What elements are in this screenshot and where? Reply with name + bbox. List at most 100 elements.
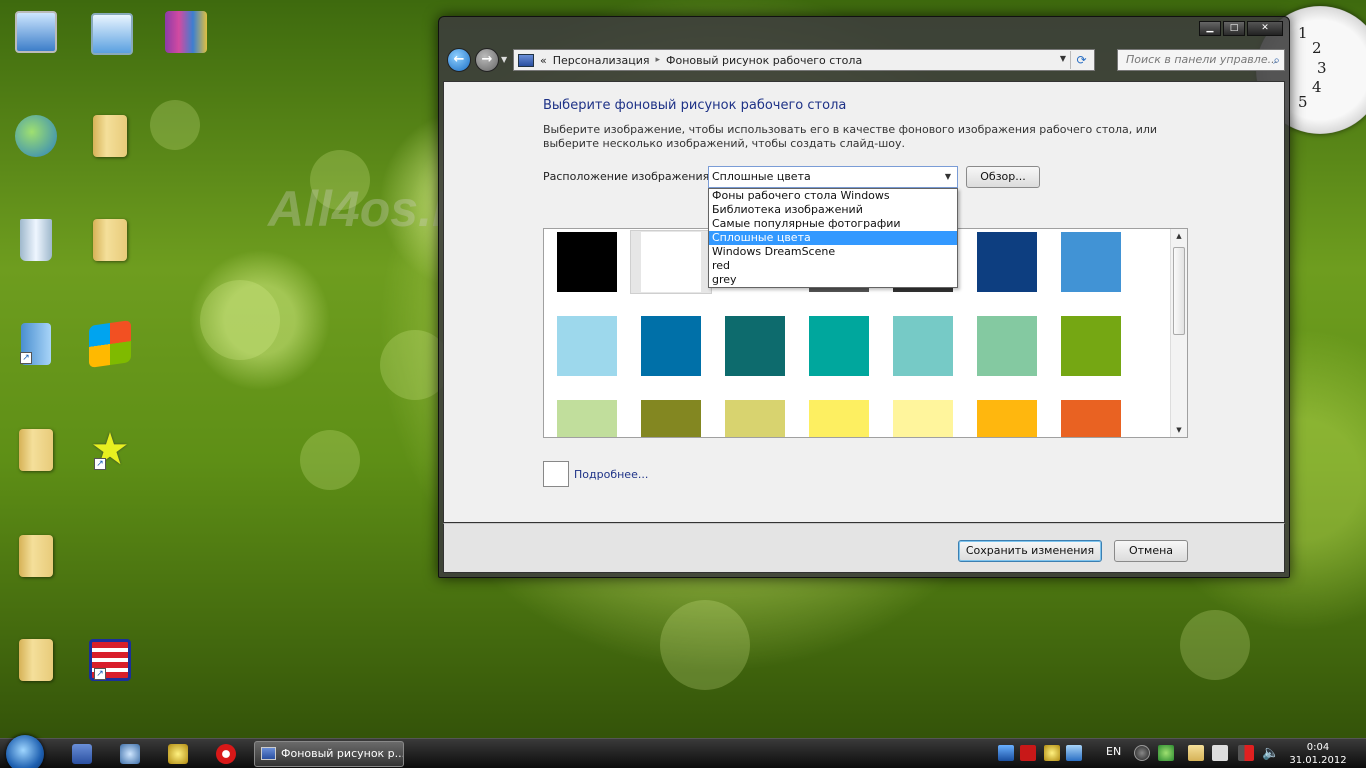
color-swatch[interactable] — [977, 400, 1037, 437]
language-indicator[interactable]: EN — [1106, 745, 1121, 758]
color-swatch[interactable] — [557, 400, 617, 437]
control-panel-icon — [518, 53, 534, 67]
network-status-icon[interactable] — [1238, 745, 1254, 761]
opera-icon[interactable] — [216, 744, 236, 764]
scroll-thumb[interactable] — [1173, 247, 1185, 335]
scroll-up-icon[interactable]: ▲ — [1171, 229, 1187, 243]
show-hidden-icons-icon[interactable] — [1134, 745, 1150, 761]
tray-clock[interactable]: 0:04 31.01.2012 — [1288, 741, 1348, 767]
minimize-button[interactable]: ▁ — [1199, 21, 1221, 36]
control-panel-icon[interactable] — [86, 8, 138, 60]
folder-icon[interactable] — [10, 424, 62, 476]
maximize-button[interactable]: □ — [1223, 21, 1245, 36]
dropdown-option-selected[interactable]: Сплошные цвета — [709, 231, 957, 245]
tray-time: 0:04 — [1306, 742, 1330, 753]
start-button[interactable] — [6, 735, 44, 768]
dialog-footer: Сохранить изменения Отмена — [443, 523, 1285, 573]
folder-icon[interactable] — [10, 530, 62, 582]
tray-app-icon[interactable] — [998, 745, 1014, 761]
taskbar-window-button[interactable]: Фоновый рисунок р... — [254, 741, 404, 767]
folder-icon[interactable] — [10, 634, 62, 686]
recent-pages-dropdown[interactable]: ▼ — [501, 55, 507, 64]
action-center-icon[interactable] — [1188, 745, 1204, 761]
background-bokeh — [1180, 610, 1250, 680]
color-swatch[interactable] — [641, 316, 701, 376]
color-swatch[interactable] — [893, 400, 953, 437]
gallery-scrollbar[interactable]: ▲ ▼ — [1170, 229, 1187, 437]
tray-date: 31.01.2012 — [1289, 755, 1347, 766]
page-description: Выберите изображение, чтобы использовать… — [543, 123, 1158, 150]
address-dropdown-icon[interactable]: ▼ — [1060, 54, 1066, 63]
tray-app-icon[interactable] — [1044, 745, 1060, 761]
control-panel-window: ▁ □ ✕ ← → ▼ « Персонализация ▸ Фоновый р… — [438, 16, 1290, 578]
pinned-app-icon[interactable] — [72, 744, 92, 764]
background-bokeh — [200, 280, 280, 360]
page-title: Выберите фоновый рисунок рабочего стола — [543, 98, 847, 113]
more-info-link[interactable]: Подробнее... — [574, 468, 648, 481]
clock-number: 4 — [1312, 78, 1322, 96]
color-swatch[interactable] — [725, 400, 785, 437]
pinned-app-icon[interactable] — [168, 744, 188, 764]
computer-icon[interactable] — [10, 6, 62, 58]
picture-location-value: Сплошные цвета — [712, 170, 811, 183]
network-icon[interactable] — [10, 110, 62, 162]
dropdown-option[interactable]: Windows DreamScene — [709, 245, 957, 259]
browse-button[interactable]: Обзор... — [966, 166, 1040, 188]
folder-shortcut-icon[interactable]: ↗ — [10, 318, 62, 370]
tray-app-icon[interactable] — [1020, 745, 1036, 761]
color-swatch[interactable] — [557, 316, 617, 376]
shortcut-arrow-icon: ↗ — [94, 458, 106, 470]
background-bokeh — [150, 100, 200, 150]
address-bar[interactable]: « Персонализация ▸ Фоновый рисунок рабоч… — [513, 49, 1095, 71]
windows-logo-icon[interactable] — [84, 318, 136, 370]
close-button[interactable]: ✕ — [1247, 21, 1283, 36]
recycle-bin-icon[interactable] — [10, 214, 62, 266]
save-changes-button[interactable]: Сохранить изменения — [958, 540, 1102, 562]
background-bokeh — [310, 150, 370, 210]
color-swatch[interactable] — [977, 316, 1037, 376]
volume-icon[interactable]: 🔈 — [1262, 745, 1279, 761]
back-button[interactable]: ← — [447, 48, 471, 72]
folder-icon[interactable] — [84, 214, 136, 266]
color-swatch[interactable] — [725, 316, 785, 376]
color-swatch[interactable] — [557, 232, 617, 292]
dropdown-option[interactable]: Фоны рабочего стола Windows — [709, 189, 957, 203]
refresh-icon[interactable]: ⟳ — [1070, 51, 1092, 69]
pinned-app-icon[interactable] — [120, 744, 140, 764]
color-swatch[interactable] — [893, 316, 953, 376]
star-shortcut-icon[interactable]: ★ ↗ — [84, 424, 136, 476]
breadcrumb-personalization[interactable]: Персонализация — [553, 54, 650, 67]
color-swatch[interactable] — [809, 316, 869, 376]
security-shield-icon[interactable] — [1158, 745, 1174, 761]
more-info-box[interactable] — [543, 461, 569, 487]
scroll-down-icon[interactable]: ▼ — [1171, 423, 1187, 437]
color-swatch[interactable] — [1061, 400, 1121, 437]
dropdown-option[interactable]: red — [709, 259, 957, 273]
breadcrumb-desktop-background[interactable]: Фоновый рисунок рабочего стола — [666, 54, 862, 67]
control-panel-icon — [261, 747, 276, 760]
dropdown-option[interactable]: grey — [709, 273, 957, 287]
color-swatch[interactable] — [641, 400, 701, 437]
forward-button[interactable]: → — [475, 48, 499, 72]
picture-location-select[interactable]: Сплошные цвета ▼ — [708, 166, 958, 188]
color-swatch[interactable] — [641, 232, 701, 292]
folder-icon[interactable] — [84, 110, 136, 162]
search-icon[interactable]: ⌕ — [1273, 50, 1280, 70]
winrar-icon[interactable] — [160, 6, 212, 58]
safely-remove-hardware-icon[interactable] — [1212, 745, 1228, 761]
dropdown-option[interactable]: Самые популярные фотографии — [709, 217, 957, 231]
clock-number: 2 — [1312, 39, 1322, 57]
color-swatch[interactable] — [1061, 316, 1121, 376]
cancel-button[interactable]: Отмена — [1114, 540, 1188, 562]
floppy-shortcut-icon[interactable]: ↗ — [84, 634, 136, 686]
color-swatch[interactable] — [809, 400, 869, 437]
picture-location-dropdown: Фоны рабочего стола Windows Библиотека и… — [708, 188, 958, 288]
tray-app-icon[interactable] — [1066, 745, 1082, 761]
search-input[interactable]: Поиск в панели управле... ⌕ — [1117, 49, 1285, 71]
dropdown-option[interactable]: Библиотека изображений — [709, 203, 957, 217]
color-swatch[interactable] — [977, 232, 1037, 292]
breadcrumb-prefix[interactable]: « — [540, 54, 547, 67]
color-swatch[interactable] — [1061, 232, 1121, 292]
chevron-down-icon[interactable]: ▼ — [945, 167, 951, 187]
breadcrumb-separator-icon[interactable]: ▸ — [656, 55, 661, 65]
